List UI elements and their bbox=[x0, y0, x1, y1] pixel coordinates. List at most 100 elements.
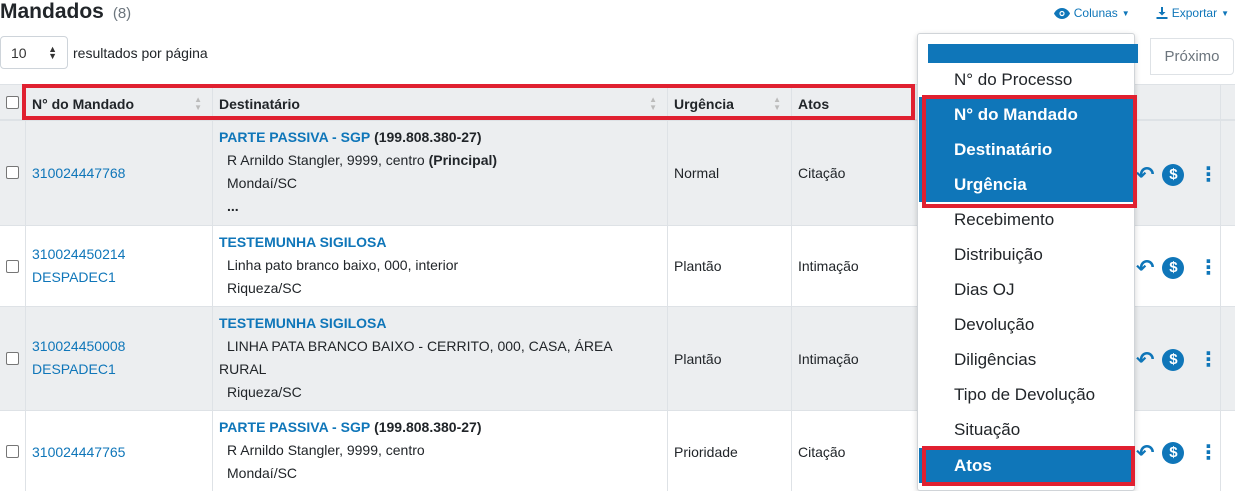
destinatario-address: R Arnildo Stangler, 9999, centro bbox=[227, 152, 425, 168]
column-divider bbox=[791, 121, 792, 225]
atos-value: Intimação bbox=[798, 258, 859, 274]
mandado-number-link[interactable]: 310024450008 DESPADEC1 bbox=[32, 335, 125, 381]
column-divider bbox=[25, 226, 26, 306]
updown-arrows-icon: ▲ ▼ bbox=[48, 43, 57, 61]
atos-value: Intimação bbox=[798, 351, 859, 367]
column-divider bbox=[1220, 85, 1221, 119]
mandado-number-link[interactable]: 310024447768 bbox=[32, 162, 125, 185]
column-option-dias-oj[interactable]: Dias OJ bbox=[919, 272, 1135, 307]
columns-dropdown-menu: N° do Processo N° do Mandado Destinatári… bbox=[917, 33, 1138, 491]
kebab-menu-icon[interactable]: ⋮ bbox=[1198, 440, 1218, 465]
undo-icon[interactable]: ↶ bbox=[1136, 348, 1154, 371]
destinatario-name-link[interactable]: PARTE PASSIVA - SGP bbox=[219, 129, 370, 145]
address-tag: (Principal) bbox=[428, 152, 498, 168]
destinatario-address: R Arnildo Stangler, 9999, centro bbox=[227, 442, 425, 458]
urgencia-value: Plantão bbox=[674, 258, 722, 274]
row-actions: ↶ $ ⋮ bbox=[1136, 440, 1218, 465]
destinatario-city: Mondaí/SC bbox=[227, 175, 298, 191]
column-divider bbox=[25, 121, 26, 225]
column-option-processo[interactable]: N° do Processo bbox=[919, 62, 1135, 97]
destinatario-name-link[interactable]: TESTEMUNHA SIGILOSA bbox=[219, 315, 387, 331]
column-header-destinatario[interactable]: Destinatário ▲ ▼ bbox=[219, 85, 667, 122]
undo-icon[interactable]: ↶ bbox=[1136, 163, 1154, 186]
column-divider bbox=[791, 85, 792, 119]
per-page-label: resultados por página bbox=[73, 44, 208, 61]
destinatario-city: Mondaí/SC bbox=[227, 465, 298, 481]
kebab-menu-icon[interactable]: ⋮ bbox=[1198, 162, 1218, 187]
dollar-circle-icon[interactable]: $ bbox=[1162, 441, 1185, 464]
undo-icon[interactable]: ↶ bbox=[1136, 441, 1154, 464]
eye-icon bbox=[1053, 7, 1070, 19]
column-header-label: Destinatário bbox=[219, 95, 300, 112]
dollar-circle-icon[interactable]: $ bbox=[1162, 348, 1185, 371]
urgencia-value: Prioridade bbox=[674, 444, 738, 460]
destinatario-doc: (199.808.380-27) bbox=[374, 129, 482, 145]
kebab-menu-icon[interactable]: ⋮ bbox=[1198, 347, 1218, 372]
destinatario-address-cont: RURAL bbox=[219, 361, 267, 377]
sort-icon: ▲ ▼ bbox=[194, 94, 202, 112]
column-header-label: Urgência bbox=[674, 95, 734, 112]
mandado-number-link[interactable]: 310024450214 DESPADEC1 bbox=[32, 243, 125, 289]
row-checkbox[interactable] bbox=[6, 260, 19, 273]
column-divider bbox=[667, 226, 668, 306]
column-header-urgencia[interactable]: Urgência ▲ ▼ bbox=[674, 85, 791, 122]
urgencia-value: Normal bbox=[674, 165, 720, 181]
row-actions: ↶ $ ⋮ bbox=[1136, 347, 1218, 372]
page-title-area: Mandados (8) bbox=[0, 0, 131, 28]
column-option-tipo-devolucao[interactable]: Tipo de Devolução bbox=[919, 377, 1135, 412]
column-divider bbox=[1220, 307, 1221, 410]
column-option-atos[interactable]: Atos bbox=[919, 448, 1135, 483]
export-button[interactable]: Exportar ▼ bbox=[1156, 6, 1229, 20]
column-option-mandado[interactable]: N° do Mandado bbox=[919, 97, 1135, 132]
next-page-button[interactable]: Próximo bbox=[1150, 38, 1234, 75]
column-option-diligencias[interactable]: Diligências bbox=[919, 342, 1135, 377]
column-divider bbox=[25, 85, 26, 119]
mandado-number: 310024450008 bbox=[32, 338, 126, 354]
more-addresses[interactable]: ... bbox=[219, 195, 497, 218]
destinatario-doc: (199.808.380-27) bbox=[374, 419, 482, 435]
top-actions: Colunas ▼ Exportar ▼ bbox=[1053, 6, 1229, 20]
columns-label: Colunas bbox=[1073, 6, 1118, 20]
column-divider bbox=[1220, 121, 1221, 225]
per-page-select[interactable]: 10 ▲ ▼ bbox=[0, 36, 68, 69]
column-option-recebimento[interactable]: Recebimento bbox=[919, 202, 1135, 237]
row-checkbox[interactable] bbox=[6, 352, 19, 365]
export-label: Exportar bbox=[1171, 6, 1218, 20]
column-divider bbox=[1220, 226, 1221, 306]
column-header-mandado[interactable]: N° do Mandado ▲ ▼ bbox=[32, 85, 212, 122]
row-checkbox[interactable] bbox=[6, 166, 19, 179]
destinatario-name-link[interactable]: TESTEMUNHA SIGILOSA bbox=[219, 234, 387, 250]
column-option-distribuicao[interactable]: Distribuição bbox=[919, 237, 1135, 272]
atos-value: Citação bbox=[798, 165, 846, 181]
mandado-number-link[interactable]: 310024447765 bbox=[32, 441, 125, 464]
page-title: Mandados bbox=[0, 0, 104, 23]
caret-down-icon: ▼ bbox=[1221, 8, 1229, 18]
column-option-destinatario[interactable]: Destinatário bbox=[919, 132, 1135, 167]
columns-button[interactable]: Colunas ▼ bbox=[1053, 6, 1130, 20]
columns-search-input[interactable] bbox=[928, 44, 1138, 63]
column-divider bbox=[667, 121, 668, 225]
column-divider bbox=[667, 85, 668, 119]
undo-icon[interactable]: ↶ bbox=[1136, 256, 1154, 279]
destinatario-name-link[interactable]: PARTE PASSIVA - SGP bbox=[219, 419, 370, 435]
column-option-situacao[interactable]: Situação bbox=[919, 412, 1135, 447]
column-header-atos[interactable]: Atos bbox=[798, 85, 908, 122]
column-divider bbox=[791, 226, 792, 306]
destinatario-address: LINHA PATA BRANCO BAIXO - CERRITO, 000, … bbox=[227, 338, 613, 354]
kebab-menu-icon[interactable]: ⋮ bbox=[1198, 255, 1218, 280]
destinatario-cell: PARTE PASSIVA - SGP (199.808.380-27) R A… bbox=[219, 416, 481, 485]
column-divider bbox=[25, 411, 26, 491]
column-divider bbox=[212, 85, 213, 119]
row-actions: ↶ $ ⋮ bbox=[1136, 255, 1218, 280]
dollar-circle-icon[interactable]: $ bbox=[1162, 163, 1185, 186]
dollar-circle-icon[interactable]: $ bbox=[1162, 256, 1185, 279]
column-option-devolucao[interactable]: Devolução bbox=[919, 307, 1135, 342]
column-option-urgencia[interactable]: Urgência bbox=[919, 167, 1135, 202]
row-checkbox[interactable] bbox=[6, 445, 19, 458]
column-divider bbox=[212, 226, 213, 306]
result-count: (8) bbox=[112, 5, 132, 22]
select-all-checkbox[interactable] bbox=[6, 96, 19, 109]
column-divider bbox=[791, 411, 792, 491]
column-header-label: Atos bbox=[798, 95, 830, 112]
sort-icon: ▲ ▼ bbox=[773, 94, 781, 112]
